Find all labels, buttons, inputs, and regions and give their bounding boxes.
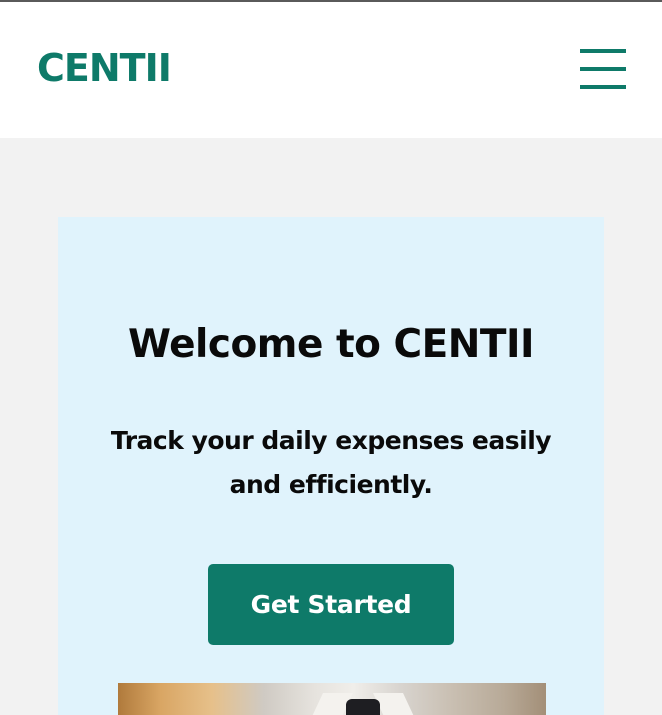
hero-subtitle: Track your daily expenses easily and eff…: [110, 426, 552, 499]
logo[interactable]: CENTII: [37, 46, 172, 90]
hero-section: Welcome to CENTII Track your daily expen…: [58, 217, 604, 715]
hero-image-tie: [346, 699, 380, 715]
menu-bar-top: [580, 49, 626, 53]
menu-bar-middle: [580, 67, 626, 71]
menu-bar-bottom: [580, 85, 626, 89]
hero-title: Welcome to CENTII: [127, 322, 535, 367]
get-started-button[interactable]: Get Started: [208, 564, 454, 645]
navbar: CENTII: [0, 2, 662, 138]
hamburger-menu-icon[interactable]: [578, 47, 628, 89]
hero-image: [118, 683, 546, 715]
